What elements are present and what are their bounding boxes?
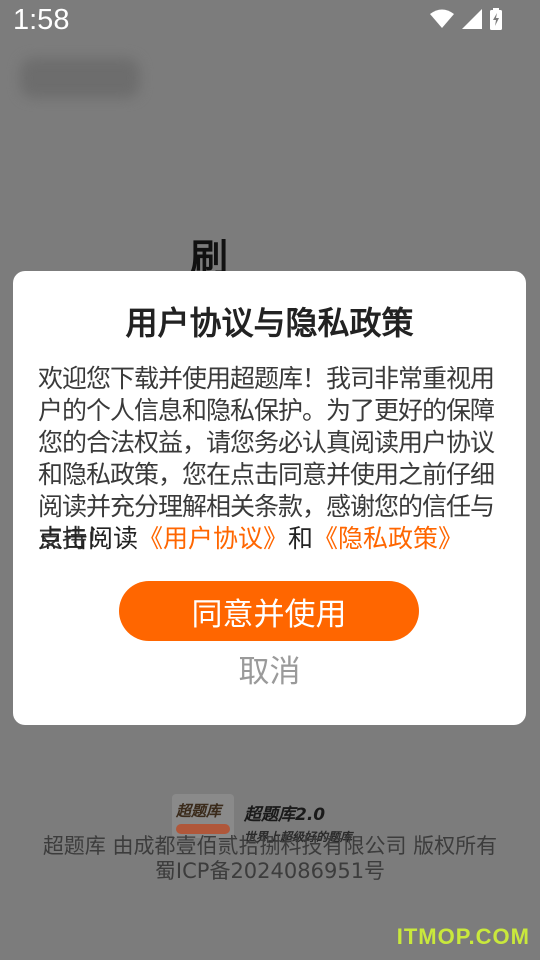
status-bar: 1:58 xyxy=(0,0,540,46)
links-prefix: 点击阅读 xyxy=(38,524,139,553)
watermark: ITMOP.COM xyxy=(396,924,530,949)
background-blurred-content xyxy=(20,58,140,98)
app-logo-bar xyxy=(176,824,230,834)
user-agreement-link[interactable]: 《用户协议》 xyxy=(138,524,288,553)
status-icons xyxy=(430,8,502,30)
battery-icon xyxy=(490,8,502,30)
dialog-links-line: 点击阅读《用户协议》和《隐私政策》 xyxy=(38,523,508,555)
dialog-title: 用户协议与隐私政策 xyxy=(125,304,414,342)
cancel-button[interactable]: 取消 xyxy=(13,649,526,695)
signal-icon xyxy=(462,9,482,29)
privacy-policy-link[interactable]: 《隐私政策》 xyxy=(313,524,463,553)
app-brand-name: 超题库2.0 xyxy=(244,805,326,825)
copyright-text: 超题库 由成都壹佰贰拾捌科技有限公司 版权所有 蜀ICP备2024086951号 xyxy=(0,834,540,884)
wifi-icon xyxy=(430,9,454,28)
privacy-dialog: 用户协议与隐私政策 欢迎您下载并使用超题库！我司非常重视用户的个人信息和隐私保护… xyxy=(13,271,526,725)
agree-button[interactable]: 同意并使用 xyxy=(119,581,419,641)
status-time: 1:58 xyxy=(13,4,70,36)
app-logo: 超题库 xyxy=(172,794,234,838)
copyright-line-2: 蜀ICP备2024086951号 xyxy=(154,859,386,883)
copyright-line-1: 超题库 由成都壹佰贰拾捌科技有限公司 版权所有 xyxy=(42,834,498,858)
links-and: 和 xyxy=(288,524,314,553)
app-logo-text: 超题库 xyxy=(176,802,222,820)
